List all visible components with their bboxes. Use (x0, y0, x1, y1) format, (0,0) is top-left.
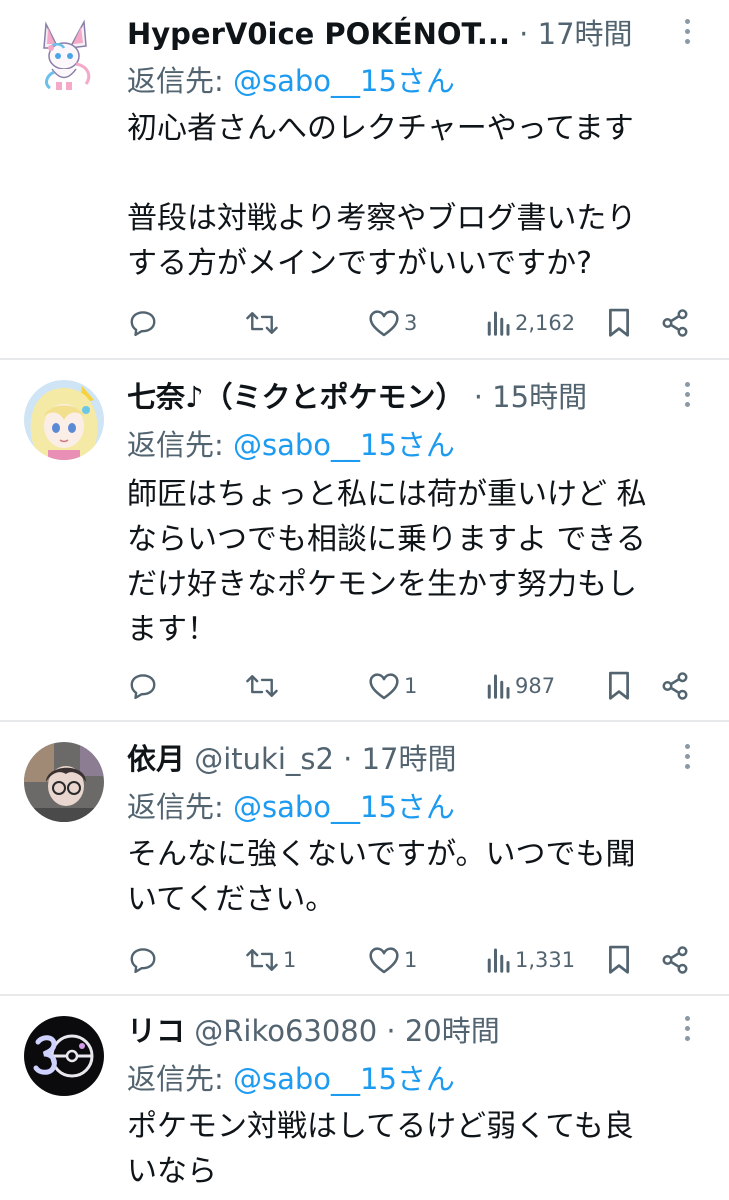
bookmark-icon (609, 945, 629, 974)
reply-icon (130, 948, 156, 974)
reply-button[interactable] (128, 940, 162, 980)
reply-button[interactable] (128, 303, 162, 343)
like-count: 3 (404, 311, 418, 335)
display-name[interactable]: 依月 (127, 742, 185, 776)
retweet-button[interactable] (245, 666, 283, 706)
reply-to: 返信先: @sabo__15さん (127, 422, 455, 464)
bookmark-icon (609, 671, 629, 700)
retweet-icon (246, 949, 278, 971)
tweet-text: そんなに強くないですが。いつでも聞 いてください。 (127, 837, 636, 917)
reply-icon (130, 674, 156, 700)
sylveon-avatar-icon (24, 14, 104, 94)
more-options-icon[interactable] (679, 14, 695, 54)
anime-girl-avatar-icon (24, 380, 104, 460)
retweet-button[interactable]: 1 (245, 940, 296, 980)
reply-to: 返信先: @sabo__15さん (127, 784, 455, 826)
avatar[interactable] (24, 742, 104, 822)
more-options-icon[interactable] (679, 377, 695, 417)
views-button[interactable]: 987 (485, 666, 555, 706)
avatar[interactable] (24, 1016, 104, 1096)
tweet[interactable]: リコ @Riko63080 · 20時間 返信先: @sabo__15さん ポケ… (0, 996, 729, 1200)
tweet-header: HyperV0ice POKÉNOT... · 17時間 (127, 11, 669, 55)
bookmark-icon (609, 308, 629, 337)
timestamp[interactable]: 20時間 (405, 1014, 500, 1048)
pokeball-30-avatar-icon (24, 1016, 104, 1096)
display-name[interactable]: HyperV0ice POKÉNOT... (127, 17, 510, 51)
user-handle[interactable]: @Riko63080 (185, 1014, 377, 1048)
action-bar: 1 987 (0, 666, 729, 706)
reply-icon (130, 311, 156, 337)
tweet[interactable]: 依月 @ituki_s2 · 17時間 返信先: @sabo__15さん そんな… (0, 722, 729, 994)
action-bar: 1 1 1,331 (0, 940, 729, 980)
like-count: 1 (404, 948, 418, 972)
like-button[interactable]: 1 (368, 940, 417, 980)
bookmark-button[interactable] (606, 940, 632, 980)
tweet-header: リコ @Riko63080 · 20時間 (127, 1008, 669, 1052)
views-button[interactable]: 2,162 (485, 303, 575, 343)
like-count: 1 (404, 674, 418, 698)
reply-prefix: 返信先: (127, 790, 233, 824)
reply-prefix: 返信先: (127, 428, 233, 462)
separator: · (509, 17, 538, 51)
view-count: 2,162 (515, 311, 576, 335)
separator: · (333, 742, 362, 776)
avatar[interactable] (24, 14, 104, 94)
reply-to: 返信先: @sabo__15さん (127, 58, 455, 100)
timestamp[interactable]: 17時間 (362, 742, 457, 776)
reply-mention[interactable]: @sabo__15さん (233, 64, 455, 98)
bookmark-button[interactable] (606, 303, 632, 343)
tweet[interactable]: 七奈♪（ミクとポケモン） · 15時間 返信先: @sabo__15さん 師匠は… (0, 360, 729, 720)
person-avatar-icon (24, 742, 104, 822)
heart-icon (369, 947, 399, 974)
reply-prefix: 返信先: (127, 1062, 233, 1096)
reply-to: 返信先: @sabo__15さん (127, 1056, 455, 1098)
timestamp[interactable]: 17時間 (538, 17, 633, 51)
share-button[interactable] (660, 303, 690, 343)
view-count: 1,331 (515, 948, 576, 972)
reply-mention[interactable]: @sabo__15さん (233, 1062, 455, 1096)
reply-mention[interactable]: @sabo__15さん (233, 428, 455, 462)
tweet[interactable]: HyperV0ice POKÉNOT... · 17時間 返信先: @sabo_… (0, 0, 729, 358)
analytics-icon (487, 948, 510, 973)
share-icon (662, 672, 688, 700)
bookmark-button[interactable] (606, 666, 632, 706)
tweet-header: 七奈♪（ミクとポケモン） · 15時間 (127, 374, 669, 418)
display-name[interactable]: 七奈♪（ミクとポケモン） (127, 380, 465, 414)
separator: · (377, 1014, 405, 1048)
tweet-header: 依月 @ituki_s2 · 17時間 (127, 736, 669, 780)
heart-icon (369, 673, 399, 700)
separator: · (464, 380, 493, 414)
timestamp[interactable]: 15時間 (492, 380, 587, 414)
reply-button[interactable] (128, 666, 162, 706)
share-button[interactable] (660, 940, 690, 980)
like-button[interactable]: 1 (368, 666, 417, 706)
view-count: 987 (515, 674, 556, 698)
more-options-icon[interactable] (679, 1011, 695, 1051)
more-options-icon[interactable] (679, 739, 695, 779)
retweet-icon (246, 312, 278, 334)
display-name[interactable]: リコ (127, 1014, 185, 1048)
retweet-count: 1 (283, 948, 297, 972)
tweet-text: ポケモン対戦はしてるけど弱くても良 いなら (127, 1109, 634, 1189)
share-icon (662, 309, 688, 337)
reply-mention[interactable]: @sabo__15さん (233, 790, 455, 824)
retweet-button[interactable] (245, 303, 283, 343)
analytics-icon (487, 674, 510, 699)
share-button[interactable] (660, 666, 690, 706)
tweet-text: 師匠はちょっと私には荷が重いけど 私 ならいつでも相談に乗りますよ できる だけ… (127, 477, 647, 647)
tweet-text: 初心者さんへのレクチャーやってます 普段は対戦より考察やブログ書いたり する方が… (127, 111, 637, 281)
share-icon (662, 946, 688, 974)
avatar[interactable] (24, 380, 104, 460)
like-button[interactable]: 3 (368, 303, 417, 343)
retweet-icon (246, 675, 278, 697)
user-handle[interactable]: @ituki_s2 (185, 742, 334, 776)
views-button[interactable]: 1,331 (485, 940, 575, 980)
analytics-icon (487, 311, 510, 336)
action-bar: 3 2,162 (0, 303, 729, 343)
heart-icon (369, 310, 399, 337)
reply-prefix: 返信先: (127, 64, 233, 98)
